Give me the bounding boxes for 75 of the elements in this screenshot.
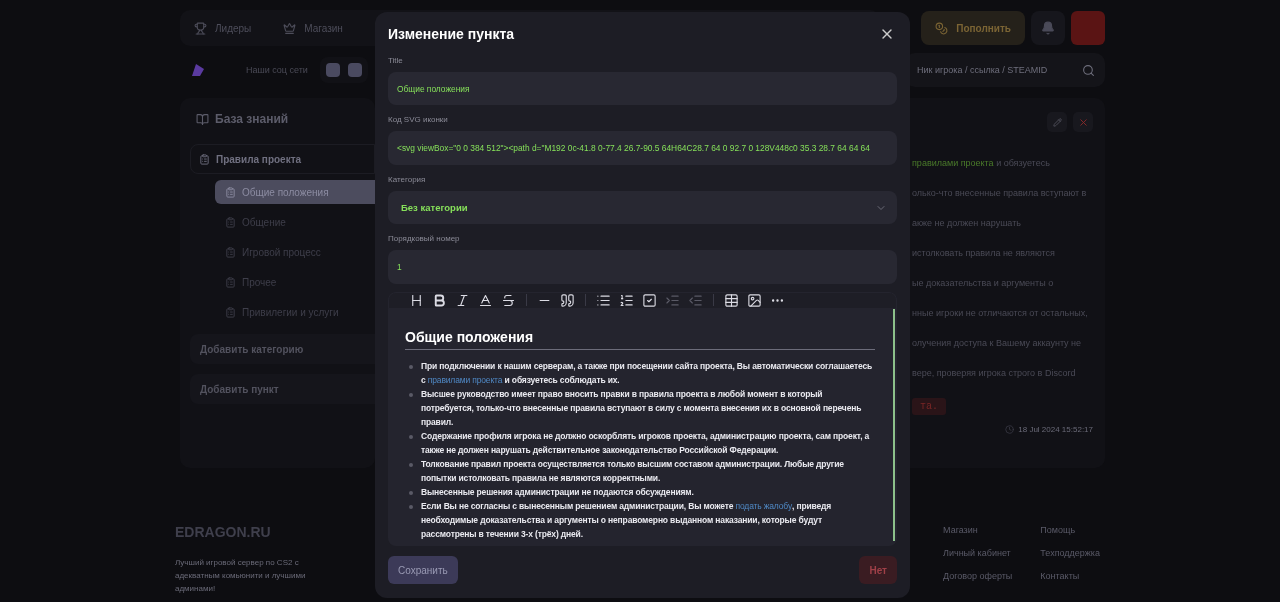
text-color-icon[interactable] bbox=[478, 292, 493, 308]
search-icon bbox=[1082, 63, 1095, 77]
bold-icon[interactable] bbox=[432, 292, 447, 308]
clipboard-icon bbox=[225, 216, 236, 228]
nav-link[interactable]: Лидеры bbox=[194, 21, 252, 35]
sidebar-title: База знаний bbox=[215, 112, 289, 126]
brand-description: Лучший игровой сервер по CS2 с адекватным комьюнити и лучшими админами! bbox=[175, 557, 307, 595]
crown-icon bbox=[283, 21, 297, 35]
add-button[interactable]: Добавить категорию bbox=[190, 334, 375, 364]
close-icon bbox=[1077, 116, 1089, 128]
input-field[interactable]: <svg viewBox="0 0 384 512"><path d="M192 0c-41.8 0-77.4 26.7-90.5 64H64C28.7 64 0 92.7 0 128V448c0 35.3 28.7 64 64 64 bbox=[388, 131, 897, 165]
text-link[interactable]: подать жалобу bbox=[735, 500, 792, 511]
bullet-icon bbox=[409, 434, 413, 439]
bell-icon bbox=[1041, 21, 1055, 35]
field-label: Категория bbox=[388, 174, 427, 184]
category-item[interactable]: Правила проекта bbox=[190, 144, 375, 174]
nav-link[interactable]: Магазин bbox=[283, 21, 343, 35]
date-text: 18 Jul 2024 15:52:17 bbox=[1018, 425, 1093, 434]
clipboard-icon bbox=[225, 306, 236, 318]
article-text: правилами проекта и обязуетесь bbox=[912, 157, 1051, 170]
clipboard-icon bbox=[225, 246, 236, 258]
logo-icon bbox=[190, 62, 206, 78]
text-link[interactable]: правилами проекта bbox=[427, 374, 503, 385]
footer-link[interactable]: Техподдержка bbox=[1040, 547, 1100, 559]
field-label: Title bbox=[388, 56, 404, 65]
book-icon bbox=[196, 112, 209, 126]
editor-heading: Общие положения bbox=[405, 328, 875, 350]
pencil-icon bbox=[1052, 117, 1062, 127]
top-up-button[interactable]: Пополнить bbox=[921, 11, 1025, 45]
brand-name: EDRAGON.RU bbox=[175, 524, 272, 540]
footer-link[interactable]: Помощь bbox=[1040, 524, 1076, 536]
bullet-icon bbox=[409, 364, 413, 369]
table-icon[interactable] bbox=[724, 292, 739, 308]
input-field[interactable]: 1 bbox=[388, 250, 897, 284]
footer-link[interactable]: Личный кабинет bbox=[943, 547, 1011, 559]
socials-label: Наши соц сети bbox=[246, 65, 308, 75]
category-select[interactable]: Без категории bbox=[388, 190, 897, 225]
footer-link[interactable]: Контакты bbox=[1040, 570, 1080, 582]
list-item-text: Вынесенные решения администрации не подаются обсуждениям. bbox=[421, 485, 694, 499]
field-label: Код SVG иконки bbox=[388, 115, 449, 125]
cancel-button[interactable]: Нет bbox=[859, 556, 897, 584]
bullet-icon bbox=[409, 504, 413, 509]
dialog-title: Изменение пункта bbox=[388, 26, 515, 42]
footer-link[interactable]: Магазин bbox=[943, 524, 978, 536]
coins-icon bbox=[935, 21, 949, 35]
bullet-icon bbox=[409, 462, 413, 467]
tree-item[interactable]: Общие положения bbox=[215, 180, 375, 204]
list-item-text: Высшее руководство имеет право вносить правки в правила проекта в любой момент в который потребуется, только-что внесенные правила вступают в силу с момента внесения их в основной перечень правил. bbox=[421, 387, 863, 429]
list-item-text: Толкование правил проекта осуществляется только высшим составом администрации. Любые другие попытки истолковать правила не являются корректными. bbox=[421, 457, 845, 485]
footer-link[interactable]: Договор оферты bbox=[943, 570, 1013, 582]
strikethrough-icon[interactable] bbox=[501, 292, 516, 308]
clock-icon bbox=[1005, 425, 1015, 434]
list-item-text: При подключении к нашим серверам, а также при посещении сайта проекта, Вы автоматически соглашаетесь с правилами проекта и обязуетесь соблюдать их. bbox=[421, 359, 874, 387]
field-label: Порядковый номер bbox=[388, 234, 461, 244]
add-button[interactable]: Добавить пункт bbox=[190, 374, 375, 404]
save-button[interactable]: Сохранить bbox=[388, 556, 458, 584]
code-snippet: та. bbox=[912, 398, 946, 415]
bullet-icon bbox=[409, 392, 413, 397]
italic-icon[interactable] bbox=[455, 292, 470, 308]
bullet-list-icon[interactable] bbox=[596, 292, 611, 308]
checkbox-list-icon[interactable] bbox=[642, 292, 657, 308]
list-item-text: Содержание профиля игрока не должно оскорблять игроков проекта, администрацию проекта, сам проект, а также не должен нарушать действительное законодательство Российской Федерации. bbox=[421, 429, 871, 457]
clipboard-icon bbox=[225, 276, 236, 288]
clipboard-icon bbox=[225, 186, 236, 198]
image-icon[interactable] bbox=[747, 292, 762, 308]
list-item-text: Если Вы не согласны с вынесенным решением администрации, Вы можете подать жалобу, приведя необходимые доказательства и аргументы о неправомерно выданном наказании, которые будут рассмотрены в течении 3-х (трёх) дней. bbox=[421, 499, 833, 541]
numbered-list-icon[interactable] bbox=[619, 292, 634, 308]
rich-text-editor[interactable] bbox=[388, 291, 897, 546]
quote-icon[interactable] bbox=[560, 292, 575, 308]
clipboard-icon bbox=[199, 153, 210, 165]
bullet-icon bbox=[409, 490, 413, 495]
text-link[interactable]: правилами проекта bbox=[912, 158, 994, 168]
input-field[interactable]: Общие положения bbox=[388, 72, 897, 106]
heading-icon[interactable] bbox=[409, 292, 424, 308]
trophy-icon bbox=[194, 21, 207, 35]
